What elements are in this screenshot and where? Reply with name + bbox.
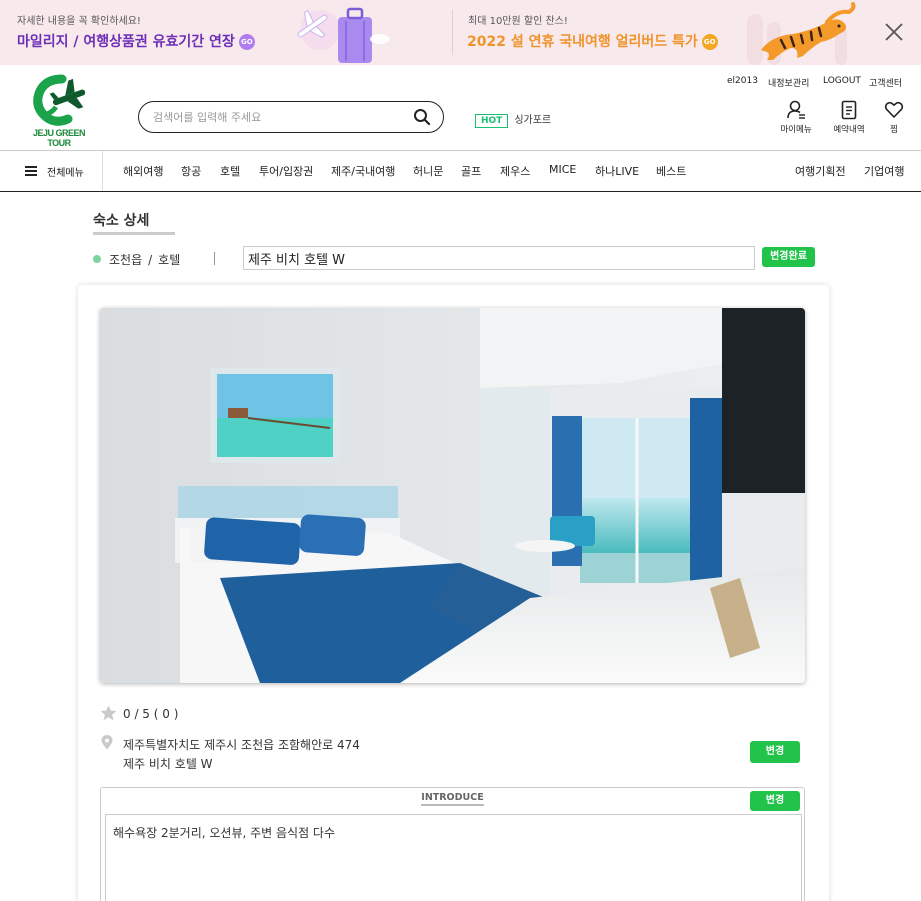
go-badge: GO	[701, 34, 718, 50]
hot-tag: HOT	[475, 114, 509, 128]
introduce-change-button[interactable]: 변경	[750, 791, 800, 811]
close-icon[interactable]	[880, 18, 908, 46]
address-change-button[interactable]: 변경	[750, 741, 800, 763]
search-bar	[138, 101, 444, 133]
hamburger-icon	[25, 166, 37, 176]
all-menu-label: 전체메뉴	[47, 168, 84, 179]
nav-item-flight[interactable]: 항공	[181, 163, 201, 179]
search-input[interactable]	[153, 108, 403, 126]
promo-early-bird-subtitle: 최대 10만원 할인 찬스!	[468, 16, 568, 27]
wishlist-button[interactable]: 찜	[874, 100, 914, 135]
address-line-2: 제주 비치 호텔 W	[123, 757, 213, 771]
nav-item-zeus[interactable]: 제우스	[500, 163, 530, 179]
nav-item-overseas[interactable]: 해외여행	[123, 163, 163, 179]
page-title: 숙소 상세	[93, 213, 150, 229]
introduce-section: INTRODUCE 해수욕장 2분거리, 오션뷰, 주변 음식점 다수	[100, 787, 805, 901]
site-logo[interactable]: JEJU GREEN TOUR	[22, 73, 96, 148]
wishlist-label: 찜	[890, 125, 898, 135]
breadcrumb: 조천읍 / 호텔	[93, 251, 180, 268]
rating-text: 0 / 5 ( 0 )	[123, 707, 179, 721]
room-illustration	[100, 308, 805, 683]
address: 제주특별자치도 제주시 조천읍 조함해안로 474 제주 비치 호텔 W	[123, 736, 360, 774]
hotel-room-photo[interactable]	[100, 308, 805, 683]
promo-mileage-subtitle: 자세한 내용을 꼭 확인하세요!	[17, 16, 141, 27]
logout-link[interactable]: LOGOUT	[823, 76, 861, 86]
nav-item-exhibition[interactable]: 여행기획전	[795, 163, 846, 179]
site-header: JEJU GREEN TOUR HOT 싱가포르 el2013 내정보관리 LOG…	[0, 65, 921, 150]
promo-mileage-title: 마일리지 / 여행상품권 유효기간 연장 GO	[17, 31, 255, 51]
rating: 0 / 5 ( 0 )	[100, 705, 178, 721]
search-icon[interactable]	[413, 108, 431, 126]
introduce-textarea[interactable]: 해수욕장 2분거리, 오션뷰, 주변 음식점 다수	[105, 814, 802, 901]
tiger-illustration	[747, 2, 856, 65]
nav-item-mice[interactable]: MICE	[549, 163, 576, 176]
introduce-label: INTRODUCE	[101, 792, 804, 806]
nav-item-golf[interactable]: 골프	[461, 163, 481, 179]
title-underline	[93, 232, 175, 235]
breadcrumb-category: 호텔	[158, 253, 181, 267]
status-dot	[93, 255, 101, 263]
my-info-link[interactable]: 내정보관리	[768, 76, 809, 89]
document-icon	[841, 100, 857, 120]
address-line-1: 제주특별자치도 제주시 조천읍 조함해안로 474	[123, 738, 360, 752]
user-icon	[787, 100, 805, 119]
star-icon	[100, 705, 117, 721]
main-nav: 전체메뉴 해외여행 항공 호텔 투어/입장권 제주/국내여행 허니문 골프 제우…	[0, 150, 921, 192]
breadcrumb-divider	[214, 252, 215, 265]
promo-early-bird-title: 2022 설 연휴 국내여행 얼리버드 특가 GO	[467, 31, 718, 51]
nav-item-jeju-domestic[interactable]: 제주/국내여행	[331, 163, 395, 179]
nav-item-honeymoon[interactable]: 허니문	[413, 163, 443, 179]
user-id[interactable]: el2013	[727, 76, 758, 86]
reservations-button[interactable]: 예약내역	[829, 100, 869, 135]
breadcrumb-region: 조천읍	[109, 253, 143, 267]
heart-icon	[884, 101, 904, 118]
go-badge: GO	[238, 34, 255, 50]
reservations-label: 예약내역	[833, 125, 865, 135]
my-menu-button[interactable]: 마이메뉴	[776, 100, 816, 135]
location-pin-icon	[101, 735, 113, 750]
hot-keyword[interactable]: HOT 싱가포르	[475, 108, 551, 128]
nav-item-best[interactable]: 베스트	[656, 163, 686, 179]
logo-text: JEJU GREEN TOUR	[32, 128, 86, 148]
hotel-name-field[interactable]	[243, 246, 755, 270]
name-done-button[interactable]: 변경완료	[762, 247, 815, 267]
promo-mileage[interactable]: 자세한 내용을 꼭 확인하세요! 마일리지 / 여행상품권 유효기간 연장 GO	[0, 0, 452, 65]
logo-icon	[33, 74, 86, 126]
suitcase-illustration	[297, 7, 390, 63]
all-menu-button[interactable]: 전체메뉴	[0, 151, 103, 191]
nav-item-tour[interactable]: 투어/입장권	[259, 163, 313, 179]
nav-item-corporate[interactable]: 기업여행	[864, 163, 904, 179]
customer-center-link[interactable]: 고객센터	[869, 76, 902, 89]
promo-early-bird[interactable]: 최대 10만원 할인 찬스! 2022 설 연휴 국내여행 얼리버드 특가 GO	[453, 0, 873, 65]
my-menu-label: 마이메뉴	[780, 125, 812, 135]
hot-keyword-text: 싱가포르	[514, 115, 552, 126]
top-banner: 자세한 내용을 꼭 확인하세요! 마일리지 / 여행상품권 유효기간 연장 GO …	[0, 0, 921, 65]
nav-item-hana-live[interactable]: 하나LIVE	[595, 163, 639, 179]
nav-item-hotel[interactable]: 호텔	[220, 163, 240, 179]
